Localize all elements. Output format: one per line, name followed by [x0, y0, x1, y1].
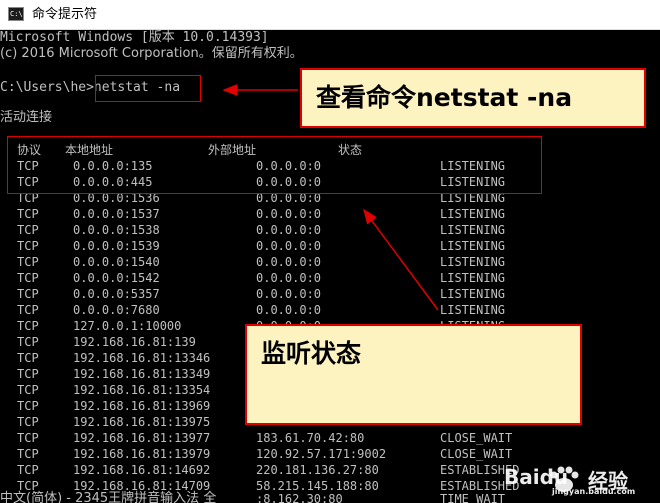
row-protocol: TCP	[17, 335, 39, 349]
row-protocol: TCP	[17, 383, 39, 397]
row-local-address: 192.168.16.81:13354	[73, 383, 211, 397]
row-protocol: TCP	[17, 207, 39, 221]
row-local-address: 192.168.16.81:13975	[73, 415, 211, 429]
section-title: 活动连接	[0, 110, 53, 125]
row-protocol: TCP	[17, 223, 39, 237]
row-state: CLOSE_WAIT	[440, 431, 513, 445]
ime-overlapped-state: TIME_WAIT	[440, 492, 506, 503]
copyright-line: (c) 2016 Microsoft Corporation。保留所有权利。	[0, 46, 303, 61]
row-local-address: 0.0.0.0:1540	[73, 255, 160, 269]
row-foreign-address: 220.181.136.27:80	[256, 463, 379, 477]
ime-overlapped-address: :8.162.30:80	[256, 492, 343, 503]
row-state: LISTENING	[440, 303, 506, 317]
row-local-address: 192.168.16.81:14692	[73, 463, 211, 477]
status-callout: 监听状态	[245, 324, 582, 425]
row-protocol: TCP	[17, 239, 39, 253]
row-protocol: TCP	[17, 463, 39, 477]
row-local-address: 192.168.16.81:139	[73, 335, 196, 349]
row-protocol: TCP	[17, 287, 39, 301]
row-protocol: TCP	[17, 319, 39, 333]
watermark-brand: Baidu	[504, 465, 569, 489]
row-local-address: 0.0.0.0:1542	[73, 271, 160, 285]
row-state: LISTENING	[440, 207, 506, 221]
row-foreign-address: 0.0.0.0:0	[256, 303, 322, 317]
row-protocol: TCP	[17, 399, 39, 413]
version-line: Microsoft Windows [版本 10.0.14393]	[0, 30, 269, 45]
row-state: LISTENING	[440, 287, 506, 301]
status-callout-text: 监听状态	[261, 339, 362, 368]
command-callout: 查看命令netstat -na	[300, 68, 646, 128]
row-protocol: TCP	[17, 351, 39, 365]
row-foreign-address: 0.0.0.0:0	[256, 223, 322, 237]
row-local-address: 0.0.0.0:7680	[73, 303, 160, 317]
cmd-icon: C:\	[8, 7, 24, 21]
window-title: 命令提示符	[32, 7, 98, 22]
row-local-address: 127.0.0.1:10000	[73, 319, 182, 333]
row-local-address: 192.168.16.81:13349	[73, 367, 211, 381]
row-protocol: TCP	[17, 303, 39, 317]
ime-label: 中文(简体) - 2345王牌拼音输入法 全	[0, 491, 217, 503]
row-foreign-address: 0.0.0.0:0	[256, 207, 322, 221]
row-foreign-address: 0.0.0.0:0	[256, 271, 322, 285]
row-state: LISTENING	[440, 239, 506, 253]
row-state: LISTENING	[440, 271, 506, 285]
ime-status-bar: 中文(简体) - 2345王牌拼音输入法 全	[0, 491, 216, 503]
row-foreign-address: 0.0.0.0:0	[256, 239, 322, 253]
listening-rows-highlight-box	[7, 136, 542, 194]
row-state: CLOSE_WAIT	[440, 447, 513, 461]
row-foreign-address: 0.0.0.0:0	[256, 255, 322, 269]
row-local-address: 192.168.16.81:13979	[73, 447, 211, 461]
command-highlight-box	[95, 75, 201, 102]
row-protocol: TCP	[17, 255, 39, 269]
row-local-address: 192.168.16.81:13969	[73, 399, 211, 413]
row-local-address: 192.168.16.81:13977	[73, 431, 211, 445]
row-state: LISTENING	[440, 223, 506, 237]
row-protocol: TCP	[17, 447, 39, 461]
watermark-url: jingyan.baidu.com	[552, 487, 636, 496]
row-state: LISTENING	[440, 255, 506, 269]
row-protocol: TCP	[17, 271, 39, 285]
row-local-address: 0.0.0.0:1539	[73, 239, 160, 253]
row-local-address: 0.0.0.0:5357	[73, 287, 160, 301]
row-protocol: TCP	[17, 367, 39, 381]
baidu-watermark: Baidu 经验 jingyan.baidu.com	[504, 463, 654, 497]
row-protocol: TCP	[17, 431, 39, 445]
row-foreign-address: 0.0.0.0:0	[256, 287, 322, 301]
row-local-address: 0.0.0.0:1538	[73, 223, 160, 237]
row-foreign-address: 183.61.70.42:80	[256, 431, 365, 445]
row-local-address: 192.168.16.81:13346	[73, 351, 211, 365]
window-titlebar[interactable]: C:\ 命令提示符	[0, 0, 660, 30]
prompt-path: C:\Users\he>	[0, 80, 94, 95]
command-callout-text: 查看命令netstat -na	[316, 83, 573, 112]
row-foreign-address: 120.92.57.171:9002	[256, 447, 387, 461]
row-protocol: TCP	[17, 415, 39, 429]
row-local-address: 0.0.0.0:1537	[73, 207, 160, 221]
